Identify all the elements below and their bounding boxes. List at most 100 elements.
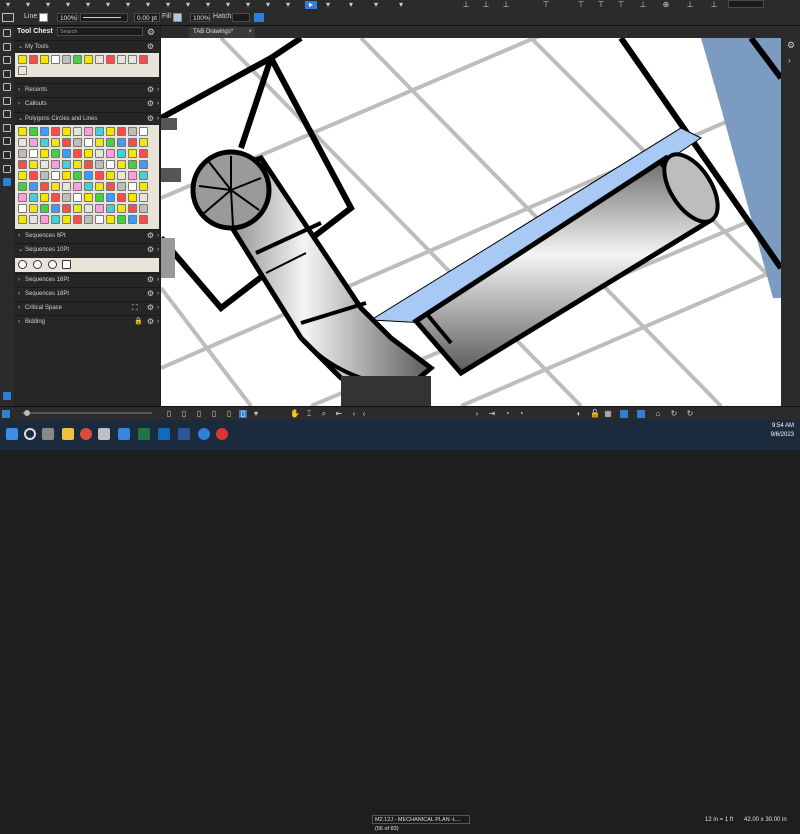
tool-swatch[interactable] xyxy=(62,127,71,136)
tool-swatch[interactable] xyxy=(73,138,82,147)
tool-swatch[interactable] xyxy=(84,204,93,213)
tool-swatch[interactable] xyxy=(29,171,38,180)
tool-swatch[interactable] xyxy=(139,182,148,191)
section-sequences-18pt[interactable]: › Sequences 18Pt ⚙ › xyxy=(14,287,160,300)
thumbnails-icon[interactable] xyxy=(3,29,11,37)
layers-icon[interactable] xyxy=(3,83,11,91)
outlook-icon[interactable] xyxy=(158,428,170,440)
line-tool-icon[interactable]: ▾ xyxy=(42,1,54,9)
tool-swatch[interactable] xyxy=(51,160,60,169)
search-icon[interactable] xyxy=(24,428,36,440)
tool-swatch[interactable] xyxy=(84,127,93,136)
polygon-tool-icon[interactable]: ▾ xyxy=(82,1,94,9)
chevron-right-icon[interactable]: › xyxy=(157,302,159,314)
tool-swatch[interactable] xyxy=(40,127,49,136)
tool-swatch[interactable] xyxy=(106,55,115,64)
tool-swatch[interactable] xyxy=(84,182,93,191)
excel-icon[interactable] xyxy=(138,428,150,440)
text-tool-icon[interactable]: ▾ xyxy=(162,1,174,9)
tool-swatch[interactable] xyxy=(106,127,115,136)
sequence-tool[interactable] xyxy=(62,260,71,269)
tool-swatch[interactable] xyxy=(117,127,126,136)
align-middle-icon[interactable]: ⊤ xyxy=(595,1,607,9)
rotate-icon[interactable]: ⊕ xyxy=(660,1,672,9)
forward-icon[interactable]: ◔ xyxy=(517,410,525,418)
section-sequences-6pt[interactable]: › Sequences 6Pt ⚙ › xyxy=(14,229,160,242)
tool-swatch[interactable] xyxy=(29,215,38,224)
toolbar-dropdown[interactable] xyxy=(728,0,764,8)
highlight-tool-icon[interactable]: ▾ xyxy=(242,1,254,9)
tool-swatch[interactable] xyxy=(40,55,49,64)
chevron-right-icon[interactable]: › xyxy=(788,56,791,65)
contrast-icon[interactable]: ◐ xyxy=(575,410,583,418)
reuse-icon[interactable]: ⌂ xyxy=(654,410,662,418)
sequence-tool[interactable] xyxy=(48,260,57,269)
area-tool-icon[interactable]: ▾ xyxy=(370,1,382,9)
tool-swatch[interactable] xyxy=(128,215,137,224)
hatch-select[interactable] xyxy=(232,13,250,22)
tool-swatch[interactable] xyxy=(73,215,82,224)
tool-swatch[interactable] xyxy=(95,149,104,158)
section-sequences-10pt[interactable]: ⌄ Sequences 10Pt ⚙ › xyxy=(14,243,160,256)
tool-swatch[interactable] xyxy=(29,55,38,64)
tool-swatch[interactable] xyxy=(62,215,71,224)
tool-swatch[interactable] xyxy=(106,193,115,202)
chevron-right-icon[interactable]: › xyxy=(157,230,159,242)
studio-icon[interactable] xyxy=(3,124,11,132)
tool-swatch[interactable] xyxy=(139,160,148,169)
align-left-icon[interactable]: ⊥ xyxy=(460,1,472,9)
chevron-right-icon[interactable]: › xyxy=(157,98,159,110)
tool-swatch[interactable] xyxy=(51,55,60,64)
tool-mode-icon[interactable] xyxy=(2,13,14,22)
tool-swatch[interactable] xyxy=(73,160,82,169)
slider-handle[interactable] xyxy=(24,410,30,416)
note-tool-icon[interactable]: ▾ xyxy=(202,1,214,9)
gear-icon[interactable]: ⚙ xyxy=(147,316,154,328)
tool-swatch[interactable] xyxy=(95,204,104,213)
count-tool-icon[interactable]: ▾ xyxy=(345,1,357,9)
tool-swatch[interactable] xyxy=(117,171,126,180)
tool-swatch[interactable] xyxy=(139,55,148,64)
tool-swatch[interactable] xyxy=(51,215,60,224)
tool-swatch[interactable] xyxy=(62,149,71,158)
chevron-right-icon[interactable]: › xyxy=(157,84,159,96)
gear-icon[interactable]: ⚙ xyxy=(147,288,154,300)
gear-icon[interactable]: ⚙ xyxy=(787,40,795,51)
calendar-icon[interactable] xyxy=(118,428,130,440)
last-page-icon[interactable]: ⇥ xyxy=(488,410,496,418)
align-top-icon[interactable]: ⊤ xyxy=(575,1,587,9)
tool-swatch[interactable] xyxy=(18,171,27,180)
panel-menu-icon[interactable] xyxy=(3,392,11,400)
tool-swatch[interactable] xyxy=(73,149,82,158)
signatures-icon[interactable] xyxy=(3,70,11,78)
section-bidding[interactable]: › Bidding 🔒 ⚙ › xyxy=(14,315,160,328)
tool-swatch[interactable] xyxy=(29,127,38,136)
tool-swatch[interactable] xyxy=(62,204,71,213)
document-tab[interactable]: TAB Drawings* × xyxy=(189,27,255,38)
tool-swatch[interactable] xyxy=(106,182,115,191)
tool-swatch[interactable] xyxy=(51,149,60,158)
tool-swatch[interactable] xyxy=(139,127,148,136)
word-icon[interactable] xyxy=(178,428,190,440)
align-bottom-icon[interactable]: ⊤ xyxy=(615,1,627,9)
tool-swatch[interactable] xyxy=(62,160,71,169)
tool-swatch[interactable] xyxy=(84,160,93,169)
ellipse-tool-icon[interactable]: ▾ xyxy=(102,1,114,9)
tool-swatch[interactable] xyxy=(84,171,93,180)
task-view-icon[interactable] xyxy=(42,428,54,440)
tool-swatch[interactable] xyxy=(62,171,71,180)
tool-swatch[interactable] xyxy=(51,127,60,136)
select-tool-icon[interactable]: ▾ xyxy=(2,1,14,9)
arrow-tool-icon[interactable]: ▾ xyxy=(22,1,34,9)
dual-page-icon[interactable]: ▯ xyxy=(195,410,203,418)
tool-swatch[interactable] xyxy=(18,204,27,213)
tool-swatch[interactable] xyxy=(18,66,27,75)
tool-swatch[interactable] xyxy=(117,160,126,169)
tool-swatch[interactable] xyxy=(29,149,38,158)
tool-swatch[interactable] xyxy=(139,193,148,202)
panel-slider[interactable] xyxy=(22,412,152,414)
align-center-icon[interactable]: ⊥ xyxy=(480,1,492,9)
start-icon[interactable] xyxy=(6,428,18,440)
align-right-icon[interactable]: ⊥ xyxy=(500,1,512,9)
app-icon-red[interactable] xyxy=(216,428,228,440)
